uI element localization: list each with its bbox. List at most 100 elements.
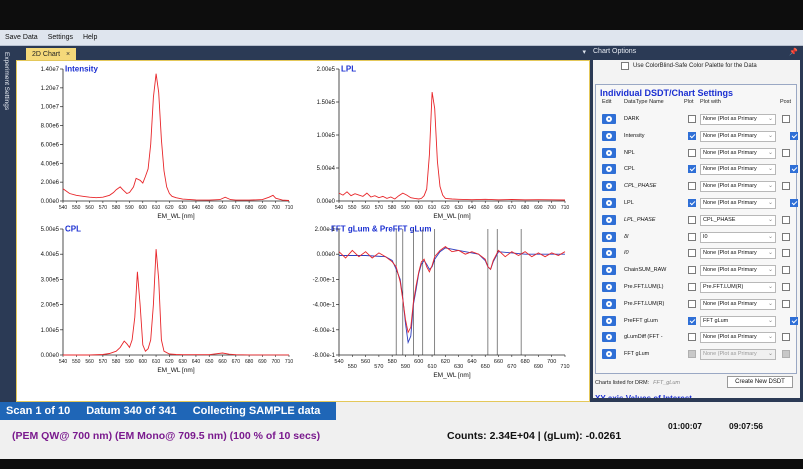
plot-checkbox[interactable] [688, 266, 696, 275]
edit-eye-icon[interactable] [602, 298, 616, 309]
post-checkbox[interactable] [782, 182, 790, 191]
plot-checkbox[interactable] [688, 283, 696, 291]
chevron-down-icon: ⌄ [767, 334, 773, 341]
dsdt-row: PreFFT gLum FFT gLum ⌄ [596, 313, 798, 330]
post-checkbox[interactable] [782, 115, 790, 123]
chart-title: LPL [341, 65, 356, 74]
post-checkbox[interactable] [782, 249, 790, 258]
close-icon[interactable]: × [66, 51, 70, 58]
x-tick-label: 630 [178, 359, 187, 365]
plot-checkbox[interactable] [688, 350, 696, 359]
dsdt-row: ChainSUM_RAW None (Plot as Primary ⌄ [596, 262, 796, 279]
y-tick-label: 4.00e5 [41, 252, 60, 258]
post-checkbox[interactable] [782, 350, 790, 359]
menu-item-save-data[interactable]: Save Data [0, 34, 43, 41]
plot-with-select[interactable]: None (Plot as Primary ⌄ [700, 248, 776, 260]
edit-eye-icon[interactable] [602, 349, 616, 360]
plot-with-select[interactable]: FFT gLum ⌄ [700, 315, 776, 327]
edit-eye-icon[interactable] [602, 147, 616, 158]
plot-with-select[interactable]: None (Plot as Primary ⌄ [700, 349, 776, 361]
drm-info: Charts listed for DRM: FFT_gLum [595, 380, 680, 386]
post-checkbox[interactable] [790, 199, 798, 207]
plot-checkbox[interactable] [688, 148, 696, 157]
dsdt-name: FFT gLum [624, 351, 650, 358]
create-new-dsdt-button[interactable]: Create New DSDT [727, 376, 793, 388]
plot-checkbox[interactable] [688, 249, 696, 258]
plot-checkbox[interactable] [688, 182, 696, 191]
post-checkbox[interactable] [790, 316, 798, 325]
edit-eye-icon[interactable] [602, 248, 616, 259]
post-checkbox[interactable] [782, 148, 790, 157]
chevron-down-icon[interactable]: ▾ [582, 48, 586, 56]
plot-checkbox[interactable] [688, 215, 696, 224]
chevron-down-icon: ⌄ [767, 267, 773, 274]
edit-eye-icon[interactable] [602, 198, 616, 208]
post-checkbox[interactable] [790, 131, 798, 140]
post-checkbox[interactable] [782, 283, 790, 291]
chevron-down-icon: ⌄ [767, 166, 773, 173]
colorblind-palette-option[interactable]: Use ColorBlind-Safe Color Palette for th… [621, 62, 757, 70]
post-checkbox[interactable] [782, 232, 790, 241]
edit-eye-icon[interactable] [602, 332, 616, 343]
menu-item-settings[interactable]: Settings [43, 34, 78, 41]
col-header-plot-with: Plot with [700, 99, 721, 105]
edit-eye-icon[interactable] [602, 282, 616, 292]
tab-2d-chart[interactable]: 2D Chart × [26, 48, 77, 60]
edit-eye-icon[interactable] [602, 315, 616, 326]
plot-checkbox[interactable] [688, 316, 696, 325]
plot-with-select[interactable]: Pre.FFT.LUM(R) ⌄ [700, 282, 776, 293]
scan-status: Scan 1 of 10 [6, 405, 71, 417]
plot-with-select[interactable]: None (Plot as Primary ⌄ [700, 114, 776, 125]
x-tick-label: 600 [139, 359, 148, 365]
plot-with-select[interactable]: None (Plot as Primary ⌄ [700, 130, 776, 142]
series-line-0 [63, 249, 289, 356]
plot-with-select[interactable]: None (Plot as Primary ⌄ [700, 298, 776, 310]
plot-checkbox[interactable] [688, 232, 696, 241]
plot-with-select[interactable]: I0 ⌄ [700, 231, 776, 243]
plot-with-select[interactable]: None (Plot as Primary ⌄ [700, 147, 776, 159]
y-tick-label: 2.00e-1 [315, 227, 336, 233]
post-checkbox[interactable] [782, 333, 790, 342]
edit-eye-icon[interactable] [602, 231, 616, 242]
edit-eye-icon[interactable] [602, 265, 616, 276]
edit-eye-icon[interactable] [602, 164, 616, 175]
chevron-down-icon: ⌄ [767, 317, 773, 324]
document-tab-bar: 2D Chart × ▾ [16, 46, 590, 60]
edit-eye-icon[interactable] [602, 130, 616, 141]
y-tick-label: -2.00e-1 [313, 277, 336, 283]
edit-eye-icon[interactable] [602, 214, 616, 225]
menu-item-help[interactable]: Help [78, 34, 102, 41]
plot-checkbox[interactable] [688, 115, 696, 123]
post-checkbox[interactable] [790, 165, 798, 174]
pin-icon[interactable]: 📌 [789, 48, 798, 56]
plot-with-select[interactable]: None (Plot as Primary ⌄ [700, 181, 776, 193]
experiment-settings-strip[interactable]: Experiment Settings [0, 46, 16, 402]
plot-with-select[interactable]: None (Plot as Primary ⌄ [700, 265, 776, 277]
edit-eye-icon[interactable] [602, 181, 616, 192]
plot-with-select[interactable]: None (Plot as Primary ⌄ [700, 164, 776, 176]
plot-with-select[interactable]: CPL_PHASE ⌄ [700, 214, 776, 226]
experiment-settings-label[interactable]: Experiment Settings [3, 52, 10, 110]
post-checkbox[interactable] [782, 266, 790, 275]
col-header-plot: Plot [684, 99, 694, 105]
chevron-down-icon: ⌄ [767, 250, 773, 257]
plot-checkbox[interactable] [688, 199, 696, 207]
dsdt-name: Pre.FFT.LUM(L) [624, 284, 664, 290]
y-tick-label: -6.00e-1 [313, 328, 336, 334]
x-tick-label: 630 [454, 364, 463, 370]
plot-checkbox[interactable] [688, 131, 696, 140]
post-checkbox[interactable] [782, 215, 790, 224]
plot-with-select[interactable]: None (Plot as Primary ⌄ [700, 332, 776, 344]
plot-with-select[interactable]: None (Plot as Primary ⌄ [700, 198, 776, 209]
edit-eye-icon[interactable] [602, 114, 616, 124]
series-line-0 [62, 73, 290, 201]
plot-checkbox[interactable] [688, 333, 696, 342]
plot-checkbox[interactable] [688, 165, 696, 174]
colorblind-palette-checkbox[interactable] [621, 62, 629, 70]
x-tick-label: 640 [192, 205, 201, 211]
chevron-down-icon: ⌄ [767, 200, 773, 206]
x-tick-label: 650 [205, 359, 214, 365]
menu-bar: Save Data Settings Help [0, 30, 803, 46]
post-checkbox[interactable] [782, 299, 790, 308]
plot-checkbox[interactable] [688, 299, 696, 308]
